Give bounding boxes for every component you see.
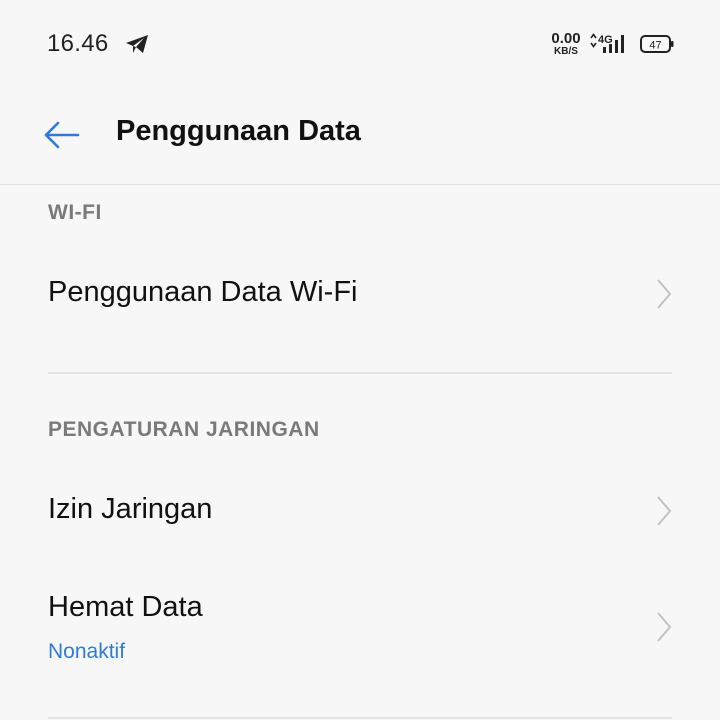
section-divider bbox=[48, 717, 672, 719]
list-item-title: Penggunaan Data Wi-Fi bbox=[48, 276, 358, 308]
app-bar: Penggunaan Data bbox=[0, 88, 720, 184]
app-bar-divider bbox=[0, 184, 720, 185]
list-item-network-permission[interactable]: Izin Jaringan bbox=[0, 462, 720, 562]
signal-4g-icon: 4G bbox=[590, 33, 624, 53]
list-item-title: Hemat Data bbox=[48, 591, 203, 623]
status-bar: 16.46 0.00 KB/S 4G 47 bbox=[0, 0, 720, 88]
section-header-network: PENGATURAN JARINGAN bbox=[48, 418, 320, 441]
chevron-right-icon bbox=[657, 612, 672, 642]
network-speed-unit: KB/S bbox=[554, 46, 578, 57]
list-item-title: Izin Jaringan bbox=[48, 493, 213, 525]
section-header-wifi: WI-FI bbox=[48, 201, 102, 224]
status-time: 16.46 bbox=[47, 30, 109, 57]
battery-icon: 47 bbox=[640, 35, 674, 53]
chevron-right-icon bbox=[657, 496, 672, 526]
network-speed: 0.00 KB/S bbox=[549, 31, 583, 57]
network-speed-value: 0.00 bbox=[551, 30, 581, 47]
telegram-icon bbox=[126, 35, 148, 53]
page-title: Penggunaan Data bbox=[116, 115, 361, 147]
arrow-left-icon[interactable] bbox=[42, 118, 82, 152]
data-saver-status: Nonaktif bbox=[48, 640, 126, 663]
battery-level: 47 bbox=[649, 40, 661, 52]
list-item-data-saver[interactable]: Hemat Data Nonaktif bbox=[0, 570, 720, 688]
list-item-wifi-data-usage[interactable]: Penggunaan Data Wi-Fi bbox=[0, 245, 720, 345]
section-divider bbox=[48, 372, 672, 374]
chevron-right-icon bbox=[657, 279, 672, 309]
